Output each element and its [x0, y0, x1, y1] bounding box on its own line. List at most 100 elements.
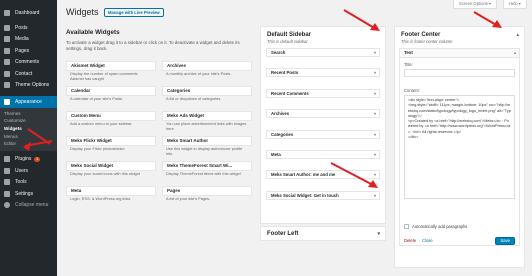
auto-paragraphs-checkbox[interactable] — [404, 224, 409, 229]
widget-title[interactable]: Custom Menu — [66, 111, 156, 121]
collapse-menu-button[interactable]: Collapse menu — [0, 199, 57, 210]
widget-description: Display ThemeForest items with this widg… — [166, 171, 241, 176]
widget-title[interactable]: Pages — [162, 186, 252, 196]
close-link[interactable]: Close — [422, 238, 433, 243]
title-input[interactable] — [404, 69, 515, 77]
submenu-item-menus[interactable]: Menus — [0, 133, 57, 141]
widget-title: Recent Comments — [271, 90, 309, 96]
chevron-down-icon[interactable]: ▾ — [377, 231, 380, 237]
help-button[interactable]: Help ▾ — [503, 0, 527, 9]
submenu-item-widgets[interactable]: Widgets — [0, 125, 57, 133]
widget-title[interactable]: Meks Flickr Widget — [66, 136, 156, 146]
sidebar-item-label: Users — [15, 167, 29, 174]
sidebar-widget-search[interactable]: Search ▾ — [266, 48, 380, 57]
sidebar-widget-recent-posts[interactable]: Recent Posts ▾ — [266, 68, 380, 78]
submenu-item-editor[interactable]: Editor — [0, 140, 57, 148]
sidebar-widget-categories[interactable]: Categories ▾ — [266, 129, 380, 139]
widget-title[interactable]: Calendar — [66, 86, 156, 96]
default-sidebar-panel: Default Sidebar This is default sidebar … — [260, 26, 386, 224]
widget-title[interactable]: Categories — [162, 86, 252, 96]
sidebar-item-contact[interactable]: Contact — [0, 68, 57, 79]
widget-item: Meks Flickr Widget Display your Flickr ph… — [66, 136, 156, 157]
sidebar-item-pages[interactable]: Pages — [0, 45, 57, 56]
sidebar-item-label: Appearance — [15, 98, 42, 105]
expand-arrow-icon[interactable]: ▾ — [374, 69, 376, 76]
widget-actions: Delete | Close Save — [404, 237, 515, 246]
widget-title[interactable]: Akismet Widget — [66, 61, 156, 71]
delete-link[interactable]: Delete — [404, 238, 416, 243]
action-separator: | — [418, 238, 420, 243]
widget-item: Meks Ads Widget You can place advertiseme… — [162, 111, 252, 132]
widget-title: Search — [271, 50, 286, 55]
page-title: Widgets — [66, 7, 99, 17]
sidebar-item-posts[interactable]: Posts — [0, 22, 57, 33]
widget-item: Meks ThemeForest Smart Wi... Display Them… — [162, 161, 252, 182]
sidebar-item-label: Comments — [15, 59, 40, 66]
chevron-up-icon[interactable]: ▴ — [516, 32, 519, 38]
widget-title: Meta — [271, 151, 281, 157]
sidebar-item-tools[interactable]: Tools — [0, 176, 57, 187]
widget-title: Archives — [271, 111, 290, 117]
sidebar-item-comments[interactable]: Comments — [0, 57, 57, 68]
widget-title: Meks Social Widget: Get in touch — [271, 192, 339, 198]
widget-title[interactable]: Meks Smart Author — [162, 136, 252, 146]
sidebar-widget-smart-author[interactable]: Meks Smart Author: me and me ▾ — [266, 170, 380, 180]
save-button[interactable]: Save — [495, 237, 515, 245]
expand-arrow-icon[interactable]: ▾ — [374, 151, 376, 158]
sidebar-item-label: Media — [15, 36, 29, 43]
expand-arrow-icon[interactable]: ▾ — [374, 49, 376, 56]
sidebar-widget-archives[interactable]: Archives ▾ — [266, 109, 380, 119]
screen-options-button[interactable]: Screen Options ▾ — [453, 0, 498, 9]
expand-arrow-icon[interactable]: ▾ — [374, 192, 376, 199]
submenu-item-themes[interactable]: Themes — [0, 110, 57, 118]
pin-icon — [4, 25, 10, 32]
expand-arrow-icon[interactable]: ▾ — [374, 90, 376, 97]
footer-left-panel[interactable]: Footer Left ▾ — [260, 226, 386, 241]
expand-arrow-icon[interactable]: ▾ — [374, 131, 376, 138]
sidebar-item-appearance[interactable]: Appearance — [0, 95, 57, 108]
widget-description: Display the number of spam comments Akis… — [70, 71, 138, 81]
collapse-arrow-icon[interactable]: ▴ — [514, 49, 516, 57]
text-widget-header[interactable]: Text ▴ — [399, 48, 520, 58]
widget-description: Login, RSS, & WordPress.org links. — [70, 196, 132, 201]
widget-title[interactable]: Meks ThemeForest Smart Wi... — [162, 161, 252, 171]
content-textarea[interactable]: <div style="text-align: center"> <img st… — [404, 95, 515, 199]
manage-live-preview-button[interactable]: Manage with Live Preview — [104, 8, 164, 17]
widget-title[interactable]: Meks Social Widget — [66, 161, 156, 171]
widget-item: Meks Social Widget Display your social ic… — [66, 161, 156, 182]
default-sidebar-title[interactable]: Default Sidebar — [261, 27, 385, 39]
widget-title[interactable]: Archives — [162, 61, 252, 71]
sidebar-item-theme-options[interactable]: Theme Options — [0, 79, 57, 90]
sidebar-item-settings[interactable]: Settings — [0, 188, 57, 199]
page-icon — [4, 47, 10, 54]
sidebar-widget-meta[interactable]: Meta ▾ — [266, 149, 380, 159]
widget-title[interactable]: Meta — [66, 186, 156, 196]
widget-description: A monthly archive of your site's Posts. — [166, 71, 232, 76]
sidebar-top-spacer — [0, 0, 57, 7]
sidebar-item-label: Pages — [15, 47, 30, 54]
sidebar-item-dashboard[interactable]: Dashboard — [0, 7, 57, 18]
sidebar-item-label: Posts — [15, 25, 28, 32]
footer-left-title: Footer Left — [267, 231, 299, 237]
widget-title: Recent Posts — [271, 70, 299, 76]
options-icon — [4, 82, 10, 89]
appearance-submenu: Themes Customize Widgets Menus Editor — [0, 107, 57, 151]
dashboard-icon — [4, 9, 10, 16]
users-icon — [4, 167, 10, 174]
admin-sidebar: Dashboard Posts Media Pages Comments Con… — [0, 0, 57, 276]
sidebar-item-plugins[interactable]: Plugins 1 — [0, 154, 57, 165]
expand-arrow-icon[interactable]: ▾ — [374, 110, 376, 117]
widget-title[interactable]: Meks Ads Widget — [162, 111, 252, 121]
widget-item: Categories A list or dropdown of categori… — [162, 86, 252, 107]
sidebar-item-users[interactable]: Users — [0, 165, 57, 176]
sidebar-widget-recent-comments[interactable]: Recent Comments ▾ — [266, 88, 380, 98]
sidebar-item-media[interactable]: Media — [0, 34, 57, 45]
submenu-item-customize[interactable]: Customize — [0, 117, 57, 125]
available-widgets-description: To activate a widget drag it to a sideba… — [66, 40, 240, 51]
expand-arrow-icon[interactable]: ▾ — [374, 171, 376, 178]
content-label: Content: — [404, 88, 420, 93]
widget-description: A list of your site's Pages. — [166, 196, 211, 201]
auto-paragraphs-option[interactable]: Automatically add paragraphs — [404, 224, 515, 229]
footer-center-title[interactable]: Footer Center — [395, 27, 524, 39]
sidebar-widget-social[interactable]: Meks Social Widget: Get in touch ▾ — [266, 190, 380, 200]
